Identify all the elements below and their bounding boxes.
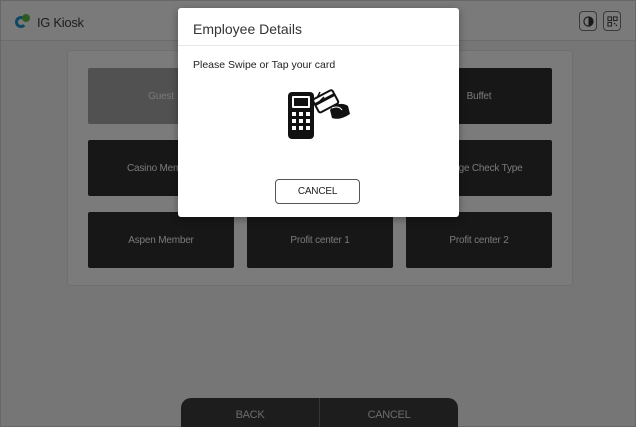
dialog-header: Employee Details [178,8,459,46]
dialog-message: Please Swipe or Tap your card [193,59,336,71]
card-terminal-icon [286,86,352,142]
dialog-title: Employee Details [193,21,302,37]
dialog-cancel-button[interactable]: CANCEL [275,179,360,204]
employee-details-dialog: Employee Details Please Swipe or Tap you… [178,8,459,217]
